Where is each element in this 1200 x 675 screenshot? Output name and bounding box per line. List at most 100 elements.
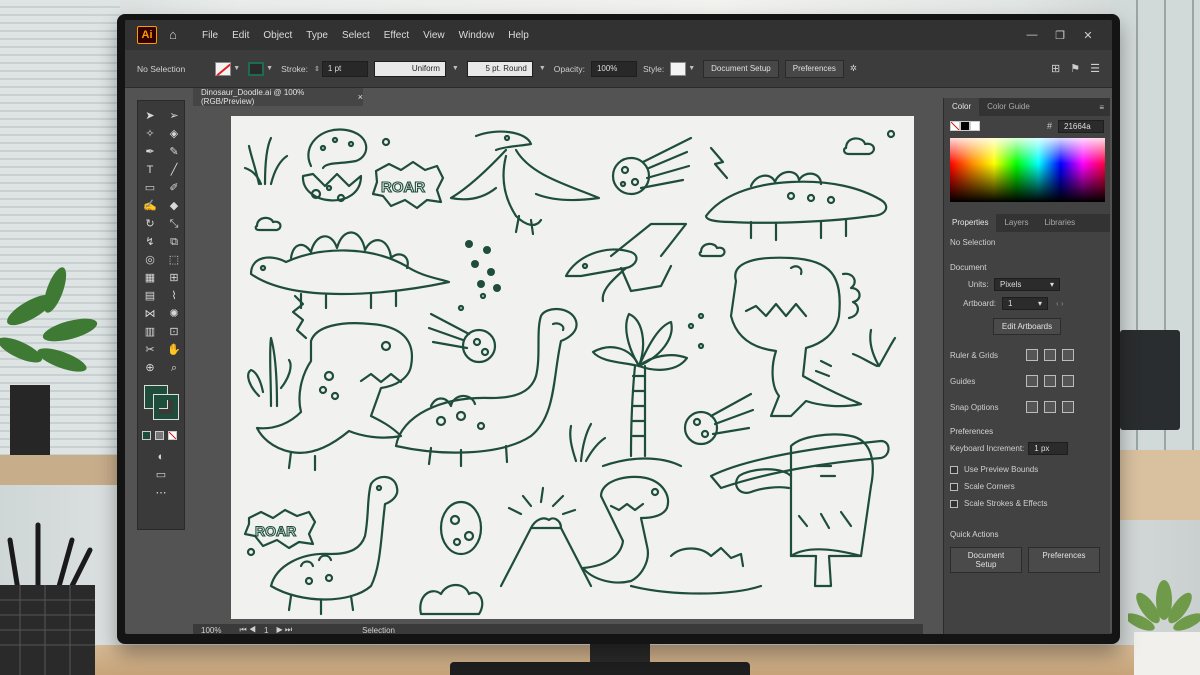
minimize-icon[interactable]: — bbox=[1018, 29, 1046, 41]
live-paint-icon[interactable]: ⬚ bbox=[162, 251, 186, 269]
direct-selection-tool-icon[interactable]: ➢ bbox=[162, 107, 186, 125]
transparency-grid-icon[interactable] bbox=[1062, 349, 1074, 361]
column-graph-icon[interactable]: ▥ bbox=[138, 323, 162, 341]
warp-tool-icon[interactable]: ↯ bbox=[138, 233, 162, 251]
smart-guides-icon[interactable] bbox=[1062, 375, 1074, 387]
scale-strokes-checkbox[interactable] bbox=[950, 499, 958, 508]
preferences-button[interactable]: Preferences bbox=[784, 59, 844, 78]
menu-edit[interactable]: Edit bbox=[232, 30, 249, 41]
align-icon[interactable]: ⊞ bbox=[1051, 62, 1060, 75]
screen-mode-icon[interactable]: ▭ bbox=[138, 466, 184, 484]
close-icon[interactable]: ✕ bbox=[1074, 29, 1102, 42]
edit-artboards-button[interactable]: Edit Artboards bbox=[992, 318, 1062, 335]
restore-icon[interactable]: ❐ bbox=[1046, 29, 1074, 42]
document-canvas[interactable]: ROAR ROAR bbox=[193, 106, 923, 626]
menu-effect[interactable]: Effect bbox=[384, 30, 409, 41]
panel-menu-icon[interactable]: ≡ bbox=[1099, 103, 1104, 112]
chevron-down-icon[interactable]: ▼ bbox=[688, 65, 695, 72]
qa-document-setup-button[interactable]: Document Setup bbox=[950, 547, 1022, 573]
white-color-icon[interactable] bbox=[970, 121, 980, 131]
mesh-tool-icon[interactable]: ⊞ bbox=[162, 269, 186, 287]
magic-wand-icon[interactable]: ✧ bbox=[138, 125, 162, 143]
scale-corners-checkbox[interactable] bbox=[950, 482, 958, 491]
gradient-mode-icon[interactable] bbox=[155, 431, 164, 440]
tab-layers[interactable]: Layers bbox=[996, 214, 1036, 232]
artboard[interactable]: ROAR ROAR bbox=[231, 116, 914, 619]
zoom-tool-icon[interactable]: ⊕ bbox=[138, 359, 162, 377]
graphic-style-swatch[interactable] bbox=[670, 61, 687, 76]
snap-point-icon[interactable] bbox=[1026, 401, 1038, 413]
units-dropdown[interactable]: Pixels ▾ bbox=[994, 278, 1060, 291]
artboard-number[interactable]: 1 bbox=[264, 626, 268, 635]
tab-properties[interactable]: Properties bbox=[944, 214, 997, 232]
none-color-icon[interactable] bbox=[950, 121, 960, 131]
stroke-swatch[interactable] bbox=[248, 61, 265, 76]
scale-tool-icon[interactable]: ⤡ bbox=[162, 215, 186, 233]
type-tool-icon[interactable]: T bbox=[138, 161, 162, 179]
tab-color-guide[interactable]: Color Guide bbox=[979, 98, 1038, 116]
black-color-icon[interactable] bbox=[960, 121, 970, 131]
artboard-prev-next-icon[interactable]: ‹ › bbox=[1056, 299, 1064, 308]
artboard-nav-icon[interactable]: ⏮ ◀ bbox=[239, 625, 256, 634]
perspective-grid-icon[interactable]: ▦ bbox=[138, 269, 162, 287]
opacity-field[interactable]: 100% bbox=[590, 60, 637, 77]
stepper-icon[interactable]: ⇕ bbox=[314, 65, 320, 73]
blend-tool-icon[interactable]: ⋈ bbox=[138, 305, 162, 323]
snap-pixel-icon[interactable] bbox=[1044, 401, 1056, 413]
chevron-down-icon[interactable]: ▼ bbox=[266, 65, 273, 72]
stroke-color-box[interactable] bbox=[153, 394, 179, 420]
eraser-tool-icon[interactable]: ◆ bbox=[162, 197, 186, 215]
lasso-tool-icon[interactable]: ◈ bbox=[162, 125, 186, 143]
menu-view[interactable]: View bbox=[423, 30, 445, 41]
eyedropper-icon[interactable]: ⌇ bbox=[162, 287, 186, 305]
artboard-next-icon[interactable]: ▶ ⏭ bbox=[276, 625, 292, 634]
rectangle-tool-icon[interactable]: ▭ bbox=[138, 179, 162, 197]
none-mode-icon[interactable] bbox=[168, 431, 177, 440]
panel-menu-icon[interactable]: ☰ bbox=[1090, 62, 1100, 75]
shaper-tool-icon[interactable]: ✍ bbox=[138, 197, 162, 215]
menu-window[interactable]: Window bbox=[459, 30, 495, 41]
paintbrush-tool-icon[interactable]: ✐ bbox=[162, 179, 186, 197]
draw-mode-icon[interactable]: ◐ bbox=[138, 448, 184, 466]
artboard-dropdown[interactable]: 1 ▾ bbox=[1002, 297, 1048, 310]
color-mode-icon[interactable] bbox=[142, 431, 151, 440]
transform-icon[interactable]: ⚑ bbox=[1070, 62, 1080, 75]
brush-definition[interactable]: 5 pt. Round bbox=[466, 60, 533, 77]
selection-tool-icon[interactable]: ➤ bbox=[138, 107, 162, 125]
pen-tool-icon[interactable]: ✒ bbox=[138, 143, 162, 161]
show-guides-icon[interactable] bbox=[1026, 375, 1038, 387]
stroke-weight-field[interactable]: 1 pt bbox=[321, 60, 368, 77]
menu-type[interactable]: Type bbox=[306, 30, 328, 41]
menu-object[interactable]: Object bbox=[263, 30, 292, 41]
hex-value-field[interactable]: 21664a bbox=[1058, 119, 1104, 133]
search-icon[interactable]: ⌕ bbox=[162, 359, 186, 377]
shape-builder-icon[interactable]: ◎ bbox=[138, 251, 162, 269]
hand-tool-icon[interactable]: ✋ bbox=[162, 341, 186, 359]
chevron-down-icon[interactable]: ▼ bbox=[233, 65, 240, 72]
menu-select[interactable]: Select bbox=[342, 30, 370, 41]
gradient-tool-icon[interactable]: ▤ bbox=[138, 287, 162, 305]
ruler-icon[interactable] bbox=[1026, 349, 1038, 361]
free-transform-icon[interactable]: ⧉ bbox=[162, 233, 186, 251]
artboard-tool-icon[interactable]: ⊡ bbox=[162, 323, 186, 341]
line-tool-icon[interactable]: ╱ bbox=[162, 161, 186, 179]
curvature-tool-icon[interactable]: ✎ bbox=[162, 143, 186, 161]
rotate-tool-icon[interactable]: ↻ bbox=[138, 215, 162, 233]
menu-help[interactable]: Help bbox=[508, 30, 529, 41]
more-tools-icon[interactable]: ⋯ bbox=[138, 484, 184, 502]
lock-guides-icon[interactable] bbox=[1044, 375, 1056, 387]
fill-swatch[interactable] bbox=[215, 61, 232, 76]
chevron-down-icon[interactable]: ▼ bbox=[539, 65, 546, 72]
recolor-icon[interactable]: ✲ bbox=[850, 63, 857, 74]
variable-width-profile[interactable]: Uniform bbox=[373, 60, 446, 77]
tab-color[interactable]: Color bbox=[944, 98, 980, 116]
grid-icon[interactable] bbox=[1044, 349, 1056, 361]
tab-libraries[interactable]: Libraries bbox=[1036, 214, 1083, 232]
close-tab-icon[interactable]: × bbox=[358, 92, 363, 102]
home-icon[interactable]: ⌂ bbox=[169, 28, 185, 42]
document-setup-button[interactable]: Document Setup bbox=[703, 59, 779, 78]
keyboard-increment-field[interactable]: 1 px bbox=[1028, 442, 1069, 455]
symbol-sprayer-icon[interactable]: ✺ bbox=[162, 305, 186, 323]
document-tab[interactable]: Dinosaur_Doodle.ai @ 100% (RGB/Preview) … bbox=[193, 88, 363, 106]
color-spectrum[interactable] bbox=[950, 138, 1105, 202]
